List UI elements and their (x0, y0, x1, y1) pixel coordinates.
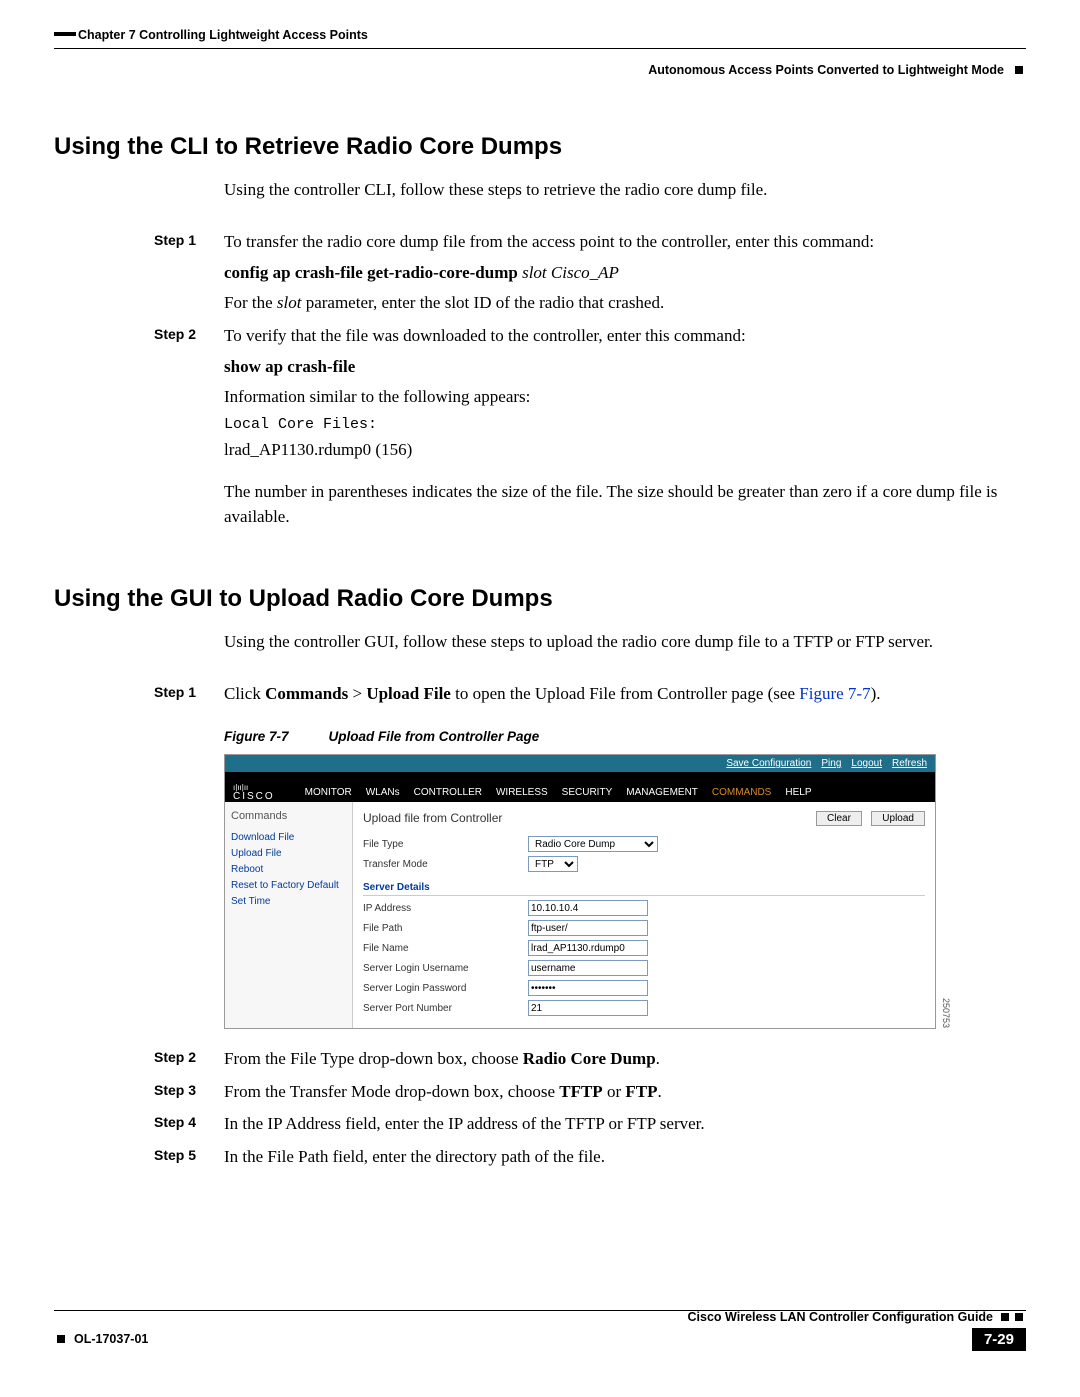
filename-label: File Name (363, 943, 528, 954)
marker-icon (1015, 66, 1023, 74)
s2-step1-label: Step 1 (154, 682, 224, 707)
step2-output-line: lrad_AP1130.rdump0 (156) (224, 438, 1026, 463)
marker-icon (57, 1335, 65, 1343)
s2-step5-text: In the File Path field, enter the direct… (224, 1145, 1026, 1170)
link-save-config[interactable]: Save Configuration (726, 758, 811, 769)
link-logout[interactable]: Logout (851, 758, 882, 769)
ip-label: IP Address (363, 903, 528, 914)
port-label: Server Port Number (363, 1003, 528, 1014)
link-ping[interactable]: Ping (821, 758, 841, 769)
s2-step5-label: Step 5 (154, 1145, 224, 1170)
step1-command-bold: config ap crash-file get-radio-core-dump (224, 263, 522, 282)
transfer-mode-label: Transfer Mode (363, 859, 528, 870)
figure-id: 250753 (941, 998, 951, 1028)
path-label: File Path (363, 923, 528, 934)
nav-wireless[interactable]: WIRELESS (496, 787, 548, 798)
file-type-label: File Type (363, 839, 528, 850)
nav-help[interactable]: HELP (785, 787, 811, 798)
marker-icon (1015, 1313, 1023, 1321)
s2-step4-label: Step 4 (154, 1112, 224, 1137)
password-input[interactable] (528, 980, 648, 996)
marker-icon (1001, 1313, 1009, 1321)
sidebar-upload-file[interactable]: Upload File (231, 848, 346, 859)
s2-step2-label: Step 2 (154, 1047, 224, 1072)
s2-step3-label: Step 3 (154, 1080, 224, 1105)
link-refresh[interactable]: Refresh (892, 758, 927, 769)
figure-screenshot: Save Configuration Ping Logout Refresh ı… (224, 754, 936, 1029)
transfer-mode-select[interactable]: FTP (528, 856, 578, 872)
step2-note: The number in parentheses indicates the … (224, 480, 1026, 529)
s2-step1-body: Click Commands > Upload File to open the… (224, 682, 1026, 707)
cisco-logo: ı|ıı|ıı CISCO (233, 784, 275, 802)
sidebar-title: Commands (231, 810, 346, 822)
panel-title: Upload file from Controller (363, 811, 502, 825)
username-input[interactable] (528, 960, 648, 976)
step1-label: Step 1 (154, 230, 224, 316)
file-type-select[interactable]: Radio Core Dump (528, 836, 658, 852)
sidebar-set-time[interactable]: Set Time (231, 896, 346, 907)
figure-caption: Figure 7-7Upload File from Controller Pa… (224, 729, 1026, 744)
upload-button[interactable]: Upload (871, 811, 925, 826)
step2-info: Information similar to the following app… (224, 385, 1026, 410)
step1-text: To transfer the radio core dump file fro… (224, 230, 1026, 255)
section2-intro: Using the controller GUI, follow these s… (224, 631, 1026, 654)
figure-link[interactable]: Figure 7-7 (799, 684, 870, 703)
nav-wlans[interactable]: WLANs (366, 787, 400, 798)
path-input[interactable] (528, 920, 648, 936)
step2-output-header: Local Core Files: (224, 414, 1026, 436)
step1-command-arg: slot Cisco_AP (522, 263, 619, 282)
nav-management[interactable]: MANAGEMENT (626, 787, 698, 798)
s2-step4-text: In the IP Address field, enter the IP ad… (224, 1112, 1026, 1137)
section-path: Autonomous Access Points Converted to Li… (648, 63, 1004, 77)
sidebar-reset-factory[interactable]: Reset to Factory Default (231, 880, 346, 891)
running-header: Chapter 7 Controlling Lightweight Access… (54, 28, 1026, 42)
sidebar-reboot[interactable]: Reboot (231, 864, 346, 875)
sidebar-download-file[interactable]: Download File (231, 832, 346, 843)
username-label: Server Login Username (363, 963, 528, 974)
heading-gui-upload: Using the GUI to Upload Radio Core Dumps (54, 585, 1026, 613)
server-details-header: Server Details (363, 882, 925, 896)
nav-security[interactable]: SECURITY (562, 787, 613, 798)
step2-text: To verify that the file was downloaded t… (224, 324, 1026, 349)
nav-commands[interactable]: COMMANDS (712, 787, 771, 798)
footer-guide-title: Cisco Wireless LAN Controller Configurat… (688, 1310, 993, 1324)
step2-label: Step 2 (154, 324, 224, 530)
port-input[interactable] (528, 1000, 648, 1016)
ss-utility-bar: Save Configuration Ping Logout Refresh (225, 755, 935, 772)
footer-docid: OL-17037-01 (74, 1332, 148, 1346)
section1-intro: Using the controller CLI, follow these s… (224, 179, 1026, 202)
main-nav: MONITOR WLANs CONTROLLER WIRELESS SECURI… (305, 787, 812, 802)
password-label: Server Login Password (363, 983, 528, 994)
ip-input[interactable] (528, 900, 648, 916)
filename-input[interactable] (528, 940, 648, 956)
nav-controller[interactable]: CONTROLLER (414, 787, 482, 798)
heading-cli-retrieve: Using the CLI to Retrieve Radio Core Dum… (54, 133, 1026, 161)
step2-command: show ap crash-file (224, 355, 1026, 380)
page-number: 7-29 (972, 1328, 1026, 1351)
chapter-title: Chapter 7 Controlling Lightweight Access… (78, 28, 368, 42)
clear-button[interactable]: Clear (816, 811, 862, 826)
ss-sidebar: Commands Download File Upload File Reboo… (225, 802, 353, 1028)
nav-monitor[interactable]: MONITOR (305, 787, 352, 798)
